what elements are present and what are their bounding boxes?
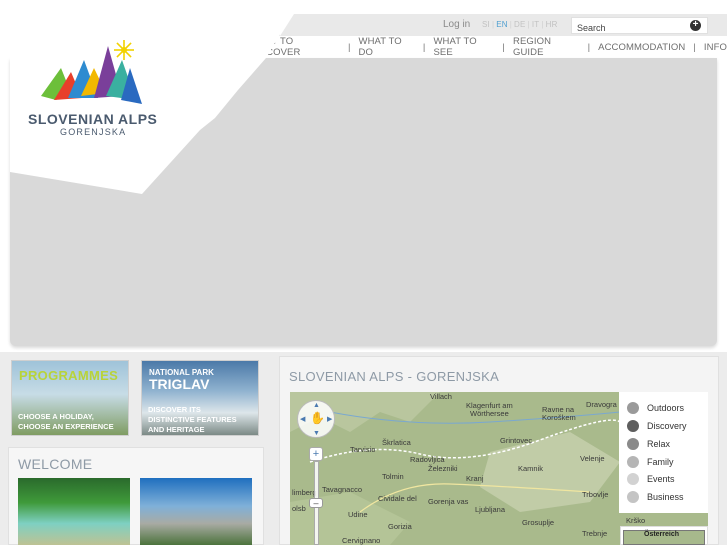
legend-family[interactable]: Family (627, 455, 674, 469)
pan-down-icon[interactable]: ▼ (313, 430, 320, 437)
legend-discovery[interactable]: Discovery (627, 419, 687, 433)
legend-relax[interactable]: Relax (627, 437, 670, 451)
map-town: Cividale del (378, 494, 417, 503)
programmes-line1: CHOOSE A HOLIDAY, (18, 412, 94, 421)
map-pin-icon (627, 491, 639, 503)
map-legend: Outdoors Discovery Relax Family Events B… (619, 392, 708, 513)
map-town: Trbovlje (582, 490, 609, 499)
map-town: Tarvisio (350, 445, 376, 454)
legend-events[interactable]: Events (627, 472, 675, 486)
map-town: Grosuplje (522, 518, 555, 527)
overview-label: Österreich (644, 531, 680, 538)
map-town: limberg (292, 488, 317, 497)
logo-title: SLOVENIAN ALPS (28, 111, 158, 127)
map-town: Villach (430, 392, 452, 401)
map-town: Tolmin (382, 472, 404, 481)
triglav-line3: AND HERITAGE (148, 425, 205, 434)
map-town: Krško (626, 516, 646, 525)
triglav-promo[interactable]: NATIONAL PARK TRIGLAV DISCOVER ITS DISTI… (141, 360, 259, 436)
legend-label: Events (647, 474, 675, 484)
programmes-line2: CHOOSE AN EXPERIENCE (18, 422, 114, 431)
triglav-title: TRIGLAV (149, 376, 210, 392)
legend-label: Family (647, 457, 674, 467)
legend-business[interactable]: Business (627, 490, 684, 504)
map-town: Cervignano (342, 536, 381, 545)
welcome-photo-mountain[interactable] (140, 478, 252, 545)
logo-subtitle: GORENJSKA (60, 127, 127, 137)
map-town: Radovljica (410, 455, 445, 464)
map-town: Ljubljana (475, 505, 506, 514)
zoom-in-button[interactable]: + (309, 447, 323, 461)
map-town: Grintovec (500, 436, 533, 445)
legend-label: Outdoors (647, 403, 685, 413)
map-pan-control[interactable]: ▲ ▼ ◀ ▶ ✋ (297, 400, 335, 438)
map-town: Kranj (466, 474, 484, 483)
welcome-title: WELCOME (18, 456, 93, 472)
legend-label: Discovery (647, 421, 687, 431)
pan-up-icon[interactable]: ▲ (313, 402, 320, 409)
legend-label: Relax (647, 439, 671, 449)
programmes-tagline: CHOOSE A HOLIDAY, CHOOSE AN EXPERIENCE (18, 412, 114, 432)
map-pin-icon (627, 402, 639, 414)
map-town: Gorizia (388, 522, 412, 531)
pan-left-icon[interactable]: ◀ (300, 415, 305, 423)
map-pin-icon (627, 438, 639, 450)
map-town: Tavagnacco (322, 485, 363, 494)
welcome-photo-river[interactable] (18, 478, 130, 545)
triglav-line1: DISCOVER ITS (148, 405, 201, 414)
map-town: Velenje (580, 454, 605, 463)
pan-right-icon[interactable]: ▶ (327, 415, 332, 423)
triglav-tagline: DISCOVER ITS DISTINCTIVE FEATURES AND HE… (148, 405, 237, 435)
map-town: Kamnik (518, 464, 544, 473)
triglav-line2: DISTINCTIVE FEATURES (148, 415, 237, 424)
map-town: Dravogra (586, 400, 617, 409)
map-town: Udine (348, 510, 368, 519)
map-town: Wörthersee (470, 409, 509, 418)
map-pin-icon (627, 456, 639, 468)
map-town: Trebnje (582, 529, 608, 538)
map-pin-icon (627, 420, 639, 432)
legend-outdoors[interactable]: Outdoors (627, 401, 684, 415)
zoom-slider-handle[interactable]: – (309, 498, 323, 508)
legend-label: Business (647, 492, 684, 502)
programmes-promo[interactable]: PROGRAMMES CHOOSE A HOLIDAY, CHOOSE AN E… (11, 360, 129, 436)
map-pin-icon (627, 473, 639, 485)
map-title: SLOVENIAN ALPS - GORENJSKA (289, 369, 500, 384)
map-town: Koroškem (542, 413, 576, 422)
map-town: Železniki (428, 464, 458, 473)
programmes-title: PROGRAMMES (19, 368, 119, 383)
hand-icon: ✋ (310, 411, 325, 425)
map-town: Škrlatica (382, 438, 411, 447)
map-town: Gorenja vas (428, 497, 469, 506)
map-town: olsb (292, 504, 306, 513)
